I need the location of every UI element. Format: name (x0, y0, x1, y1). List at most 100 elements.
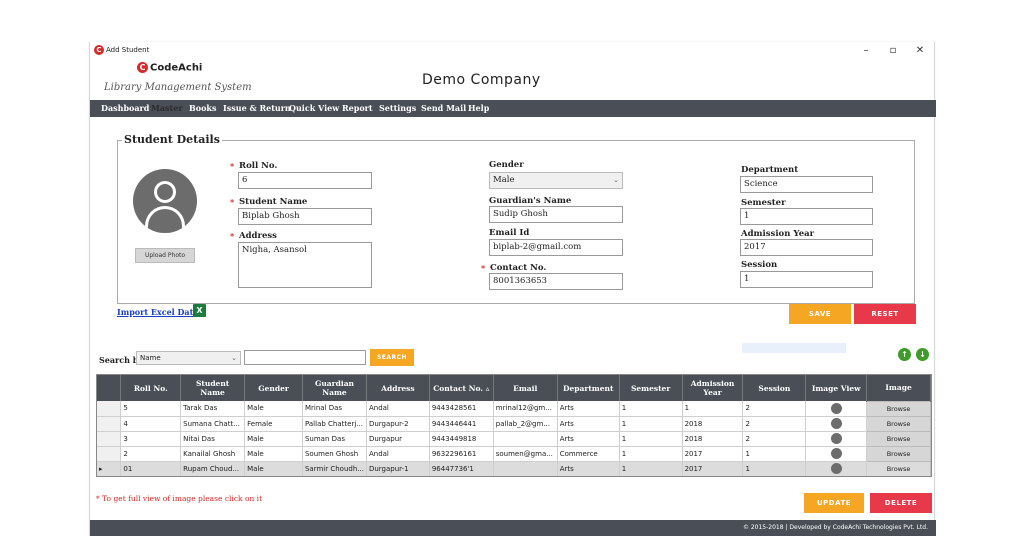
cell-image-view[interactable] (805, 431, 868, 447)
cell-semester[interactable]: 1 (619, 446, 683, 462)
minimize-button[interactable]: – (853, 43, 879, 58)
cell-guardian-name[interactable]: Pallab Chatterj... (302, 416, 367, 432)
cell-roll-no[interactable]: 2 (120, 446, 182, 462)
column-header[interactable]: Contact No. ▵ (429, 375, 494, 401)
column-header[interactable]: Session (742, 375, 807, 401)
menu-item-settings[interactable]: Settings (379, 103, 416, 113)
cell-department[interactable]: Arts (557, 401, 620, 417)
cell-department[interactable]: Arts (557, 461, 620, 476)
menu-item-books[interactable]: Books (189, 103, 216, 113)
update-button[interactable]: UPDATE (804, 493, 864, 513)
cell-student-name[interactable]: Sumana Chatt... (180, 416, 246, 432)
import-excel-link[interactable]: Import Excel Data (117, 307, 198, 317)
cell-address[interactable]: Durgapur (366, 431, 430, 447)
image-thumbnail-icon[interactable] (830, 463, 842, 474)
cell-roll-no[interactable]: 5 (120, 401, 182, 417)
table-row-selected[interactable]: ▸ 01 Rupam Choud... Male Sarmir Choudh..… (97, 460, 931, 476)
cell-admission-year[interactable]: 2017 (682, 461, 744, 476)
cell-gender[interactable]: Male (244, 446, 303, 462)
cell-contact[interactable]: 9632296161 (429, 446, 494, 462)
browse-button[interactable]: Browse (866, 460, 931, 476)
row-header[interactable] (97, 446, 122, 462)
menu-item-master[interactable]: Master (151, 103, 183, 113)
row-header-current[interactable]: ▸ (97, 461, 122, 476)
cell-gender[interactable]: Male (244, 401, 303, 417)
upload-photo-button[interactable]: Upload Photo (135, 248, 195, 263)
arrow-up-icon[interactable]: ↑ (898, 348, 911, 361)
reset-button[interactable]: RESET (854, 304, 916, 324)
cell-session[interactable]: 1 (742, 461, 807, 476)
cell-gender[interactable]: Male (244, 461, 303, 476)
column-header[interactable]: Semester (619, 375, 683, 401)
cell-image-view[interactable] (805, 446, 868, 462)
cell-gender[interactable]: Male (244, 431, 303, 447)
cell-email[interactable]: pallab_2@gm... (493, 416, 558, 432)
search-field-select[interactable]: Name ⌄ (136, 351, 241, 365)
cell-admission-year[interactable]: 2017 (682, 446, 744, 462)
cell-admission-year[interactable]: 2018 (682, 416, 744, 432)
close-button[interactable]: ✕ (907, 43, 933, 58)
browse-button[interactable]: Browse (866, 430, 931, 447)
cell-email[interactable] (493, 461, 558, 476)
admission-year-input[interactable]: 2017 (740, 239, 873, 256)
menu-item-dashboard[interactable]: Dashboard (101, 103, 149, 113)
cell-session[interactable]: 1 (742, 446, 807, 462)
arrow-down-icon[interactable]: ↓ (916, 348, 929, 361)
cell-gender[interactable]: Female (244, 416, 303, 432)
session-input[interactable]: 1 (740, 271, 873, 288)
cell-guardian-name[interactable]: Mrinal Das (302, 401, 367, 417)
menu-item-send-mail[interactable]: Send Mail (421, 103, 466, 113)
cell-admission-year[interactable]: 2018 (682, 431, 744, 447)
cell-department[interactable]: Arts (557, 416, 620, 432)
cell-semester[interactable]: 1 (619, 461, 683, 476)
cell-guardian-name[interactable]: Sarmir Choudh... (302, 461, 367, 476)
address-textarea[interactable]: Nigha, Asansol (238, 242, 372, 288)
row-header[interactable] (97, 431, 122, 447)
cell-guardian-name[interactable]: Soumen Ghosh (302, 446, 367, 462)
cell-student-name[interactable]: Kanailal Ghosh (180, 446, 246, 462)
cell-semester[interactable]: 1 (619, 416, 683, 432)
maximize-button[interactable]: ▫ (880, 43, 906, 58)
cell-address[interactable]: Durgapur-2 (366, 416, 430, 432)
cell-image-view[interactable] (805, 461, 868, 476)
browse-button[interactable]: Browse (866, 415, 931, 432)
column-header[interactable]: Admission Year (682, 375, 744, 401)
cell-student-name[interactable]: Tarak Das (180, 401, 246, 417)
roll-no-input[interactable]: 6 (238, 172, 372, 189)
cell-student-name[interactable]: Nitai Das (180, 431, 246, 447)
table-row[interactable]: 5 Tarak Das Male Mrinal Das Andal 944342… (97, 400, 931, 417)
column-header[interactable]: Guardian Name (302, 375, 367, 401)
search-button[interactable]: SEARCH (370, 349, 414, 366)
gender-select[interactable]: Male ⌄ (489, 172, 623, 189)
menu-item-help[interactable]: Help (468, 103, 489, 113)
column-header[interactable]: Image View (805, 375, 868, 401)
cell-address[interactable]: Andal (366, 446, 430, 462)
menu-item-report[interactable]: Report (342, 103, 373, 113)
column-header[interactable]: Gender (244, 375, 303, 401)
student-name-input[interactable]: Biplab Ghosh (238, 208, 372, 225)
image-thumbnail-icon[interactable] (830, 402, 842, 414)
cell-roll-no[interactable]: 01 (120, 461, 182, 476)
column-header[interactable]: Roll No. (120, 375, 182, 401)
save-button[interactable]: SAVE (789, 304, 851, 324)
cell-contact[interactable]: 9443449818 (429, 431, 494, 447)
menu-item-issue-return[interactable]: Issue & Return (223, 103, 291, 113)
menu-item-quick-view[interactable]: Quick View (289, 103, 339, 113)
column-header[interactable]: Department (557, 375, 620, 401)
browse-button[interactable]: Browse (866, 400, 931, 417)
cell-roll-no[interactable]: 4 (120, 416, 182, 432)
column-header[interactable]: Email (493, 375, 558, 401)
cell-email[interactable] (493, 431, 558, 447)
cell-roll-no[interactable]: 3 (120, 431, 182, 447)
cell-guardian-name[interactable]: Suman Das (302, 431, 367, 447)
cell-image-view[interactable] (805, 416, 868, 432)
cell-address[interactable]: Andal (366, 401, 430, 417)
search-input[interactable] (244, 350, 366, 365)
cell-admission-year[interactable]: 1 (682, 401, 744, 417)
student-avatar[interactable] (133, 169, 197, 233)
image-thumbnail-icon[interactable] (830, 448, 842, 459)
image-thumbnail-icon[interactable] (830, 418, 842, 429)
column-header[interactable]: Address (366, 375, 430, 401)
excel-icon[interactable]: X (193, 304, 206, 317)
table-row[interactable]: 2 Kanailal Ghosh Male Soumen Ghosh Andal… (97, 445, 931, 462)
